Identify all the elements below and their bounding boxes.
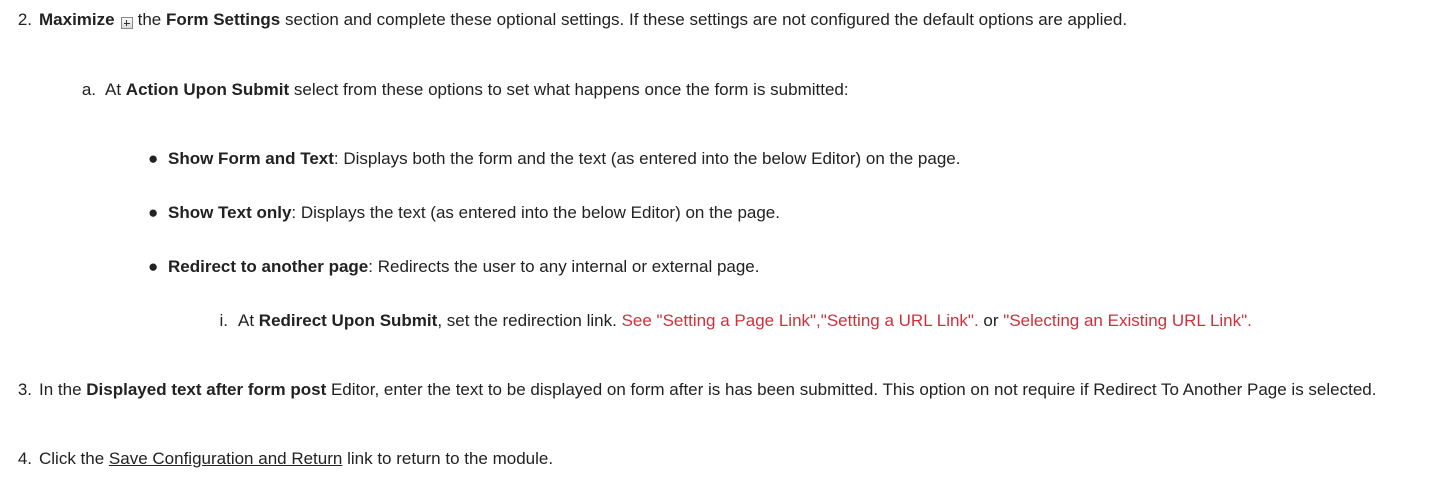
displayed-text-label: Displayed text after form post bbox=[86, 380, 327, 399]
step-3-number: 3. bbox=[17, 380, 32, 399]
step-2-text: Maximize the Form Settings section and co… bbox=[39, 7, 1409, 33]
option-redirect-to-another-page: ● Redirect to another page: Redirects th… bbox=[148, 254, 1447, 280]
step-4-click: Click the bbox=[39, 449, 105, 468]
step-2ai-text: At Redirect Upon Submit, set the redirec… bbox=[238, 308, 1388, 334]
bullet-dot-icon: ● bbox=[148, 149, 159, 168]
existing-url-link[interactable]: "Selecting an Existing URL Link". bbox=[1003, 311, 1252, 330]
step-4-number: 4. bbox=[17, 449, 32, 468]
step-3-in: In the bbox=[39, 380, 82, 399]
bullet-dot-icon: ● bbox=[148, 203, 159, 222]
step-4-desc: link to return to the module. bbox=[347, 449, 554, 468]
maximize-label: Maximize bbox=[39, 10, 115, 29]
option-title: Show Form and Text bbox=[168, 149, 334, 168]
step-2a-text: At Action Upon Submit select from these … bbox=[105, 77, 1405, 103]
plus-box-icon[interactable] bbox=[120, 17, 133, 29]
bullet-dot-icon: ● bbox=[148, 257, 159, 276]
step-2ai-at: At bbox=[238, 311, 255, 330]
step-2-number: 2. bbox=[17, 10, 32, 29]
option-description: : Displays both the form and the text (a… bbox=[333, 149, 961, 168]
step-2-text-b: section and complete these optional sett… bbox=[285, 10, 1128, 29]
page-link-and-url-link[interactable]: See "Setting a Page Link","Setting a URL… bbox=[622, 311, 979, 330]
step-3-text: In the Displayed text after form post Ed… bbox=[39, 377, 1409, 403]
action-upon-submit-label: Action Upon Submit bbox=[125, 80, 290, 99]
form-settings-label: Form Settings bbox=[165, 10, 281, 29]
step-2a-letter: a. bbox=[81, 80, 96, 99]
option-show-text-only: ● Show Text only: Displays the text (as … bbox=[148, 200, 1447, 226]
step-3-desc: Editor, enter the text to be displayed o… bbox=[330, 380, 1377, 399]
step-2ai-numeral: i. bbox=[219, 311, 229, 330]
step-4-text: Click the Save Configuration and Return … bbox=[39, 446, 1409, 472]
step-2a-at: At bbox=[105, 80, 122, 99]
option-show-form-and-text: ● Show Form and Text: Displays both the … bbox=[148, 146, 1447, 172]
redirect-upon-submit-label: Redirect Upon Submit bbox=[258, 311, 438, 330]
option-title: Redirect to another page bbox=[168, 257, 369, 276]
or-text: or bbox=[983, 311, 999, 330]
option-description: : Redirects the user to any internal or … bbox=[368, 257, 760, 276]
step-2ai-desc: , set the redirection link. bbox=[437, 311, 617, 330]
step-2a-desc: select from these options to set what ha… bbox=[293, 80, 849, 99]
step-2-text-a: the bbox=[137, 10, 162, 29]
option-title: Show Text only bbox=[168, 203, 292, 222]
option-description: : Displays the text (as entered into the… bbox=[291, 203, 780, 222]
save-configuration-link[interactable]: Save Configuration and Return bbox=[109, 449, 342, 468]
